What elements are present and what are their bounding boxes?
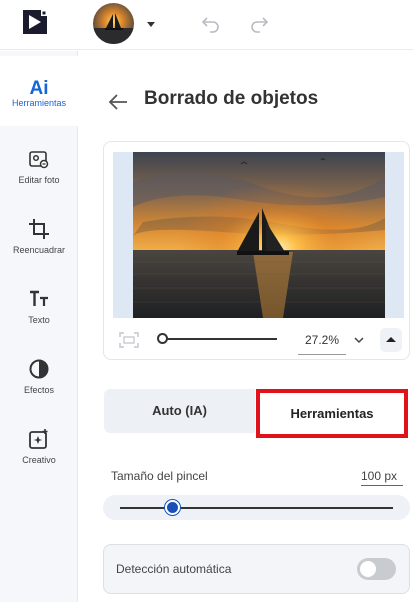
sidebar-item-label: Efectos [23,385,54,395]
auto-detection-label: Detección automática [116,562,232,576]
fit-screen-icon[interactable] [118,331,140,349]
brush-size-handle[interactable] [164,500,180,515]
chevron-down-icon[interactable] [353,335,365,345]
photo-edit-icon [29,151,49,169]
sidebar-item-efectos[interactable]: Efectos [0,343,78,413]
brush-size-label: Tamaño del pincel [111,469,208,483]
sidebar-item-label: Herramientas [11,98,67,108]
app-logo-icon[interactable] [22,9,48,35]
sidebar-item-label: Editar foto [18,175,60,185]
sidebar-item-herramientas[interactable]: Ai Herramientas [0,56,78,126]
zoom-slider-track[interactable] [160,338,277,340]
tab-auto-ia[interactable]: Auto (IA) [104,389,255,433]
ai-icon: Ai [29,78,49,99]
brush-size-value[interactable]: 100 px [361,469,403,486]
back-arrow-icon[interactable] [108,93,128,111]
sidebar-item-texto[interactable]: Texto [0,273,78,343]
sidebar-item-label: Texto [28,315,50,325]
chevron-down-icon[interactable] [145,18,157,30]
effects-icon [29,359,49,379]
crop-icon [29,219,49,239]
page-title: Borrado de objetos [144,88,319,109]
collapse-preview-button[interactable] [380,328,402,352]
sidebar-item-editar-foto[interactable]: Editar foto [0,133,78,203]
redo-icon[interactable] [249,13,269,33]
tab-herramientas[interactable]: Herramientas [256,389,408,438]
undo-icon[interactable] [201,13,221,33]
toggle-knob [360,561,376,577]
preview-image[interactable] [133,152,385,318]
sidebar-item-reencuadrar[interactable]: Reencuadrar [0,203,78,273]
zoom-level[interactable]: 27.2% [298,331,346,355]
top-bar [0,0,413,50]
caret-up-icon [386,337,396,342]
sidebar-item-label: Reencuadrar [12,245,66,255]
sidebar-item-label: Creativo [22,455,56,465]
creative-icon [29,429,48,449]
sidebar-item-creativo[interactable]: Creativo [0,413,78,483]
sidebar: Ai Herramientas Editar foto Reencuadrar … [0,51,78,602]
text-icon [30,290,48,306]
brush-size-track[interactable] [120,507,393,509]
project-thumbnail[interactable] [93,3,134,44]
